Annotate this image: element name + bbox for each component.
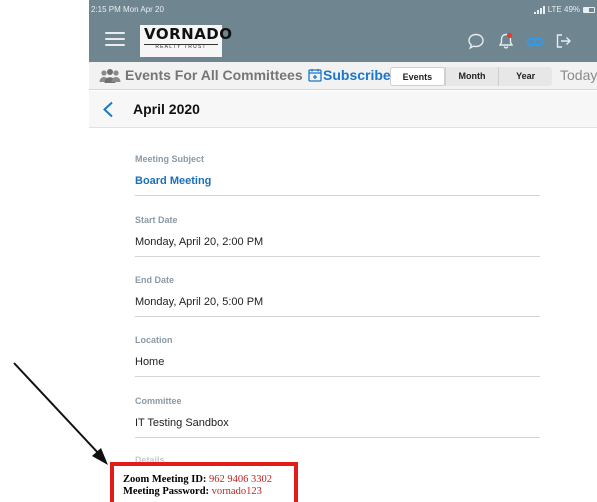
end-date-value: Monday, April 20, 5:00 PM <box>135 296 264 308</box>
view-segmented-control: Events Month Year <box>390 67 552 86</box>
zoom-password: Meeting Password: vornado123 <box>123 486 294 498</box>
network-status: LTE 49% <box>547 5 580 14</box>
notification-dot <box>506 32 513 39</box>
field-meeting-subject: Meeting Subject Board Meeting <box>135 154 540 196</box>
field-committee: Committee IT Testing Sandbox <box>135 396 540 438</box>
committees-icon <box>99 69 121 83</box>
events-toolbar: Events For All Committees Subscribe Even… <box>89 62 597 90</box>
location-label: Location <box>135 335 173 345</box>
location-value: Home <box>135 356 165 368</box>
signal-icon <box>533 5 545 14</box>
field-location: Location Home <box>135 335 540 377</box>
bell-icon[interactable] <box>496 31 516 51</box>
segment-events[interactable]: Events <box>390 67 445 86</box>
calendar-add-icon[interactable] <box>308 68 322 82</box>
field-start-date: Start Date Monday, April 20, 2:00 PM <box>135 215 540 257</box>
status-indicators: LTE 49% <box>533 5 595 14</box>
chat-icon[interactable] <box>466 31 486 51</box>
battery-icon <box>583 6 595 13</box>
app-nav-bar: VORNADO REALTY TRUST <box>89 20 597 62</box>
back-chevron-icon[interactable] <box>102 101 114 118</box>
status-time-date: 2:15 PM Mon Apr 20 <box>91 5 164 14</box>
zoom-id-label: Zoom Meeting ID: <box>123 474 207 485</box>
password-label: Meeting Password: <box>123 486 210 497</box>
today-button[interactable]: Today <box>560 67 597 83</box>
logo-wordmark: VORNADO <box>144 25 233 43</box>
detail-header: April 2020 <box>89 91 597 128</box>
toolbar-title: Events For All Committees <box>125 67 303 83</box>
committee-value: IT Testing Sandbox <box>135 417 229 429</box>
status-bar: 2:15 PM Mon Apr 20 LTE 49% <box>89 0 597 20</box>
committee-label: Committee <box>135 396 182 406</box>
ipad-screen: 2:15 PM Mon Apr 20 LTE 49% VORNADO REALT… <box>89 0 597 502</box>
start-date-value: Monday, April 20, 2:00 PM <box>135 236 264 248</box>
segment-month[interactable]: Month <box>444 67 499 86</box>
zoom-id-value[interactable]: 962 9406 3302 <box>209 474 272 485</box>
link-icon[interactable] <box>525 31 545 51</box>
menu-icon[interactable] <box>105 29 125 49</box>
subscribe-button[interactable]: Subscribe <box>323 67 391 83</box>
field-end-date: End Date Monday, April 20, 5:00 PM <box>135 275 540 317</box>
zoom-info-highlight: Zoom Meeting ID: 962 9406 3302 Meeting P… <box>110 462 298 502</box>
password-value: vornado123 <box>211 486 262 497</box>
end-date-label: End Date <box>135 275 175 285</box>
month-title: April 2020 <box>133 101 200 117</box>
meeting-subject-label: Meeting Subject <box>135 154 205 164</box>
logout-icon[interactable] <box>553 31 573 51</box>
zoom-meeting-id: Zoom Meeting ID: 962 9406 3302 <box>123 474 294 486</box>
segment-year[interactable]: Year <box>498 67 552 86</box>
start-date-label: Start Date <box>135 215 178 225</box>
meeting-subject-value[interactable]: Board Meeting <box>135 175 211 187</box>
company-logo: VORNADO REALTY TRUST <box>140 25 233 57</box>
